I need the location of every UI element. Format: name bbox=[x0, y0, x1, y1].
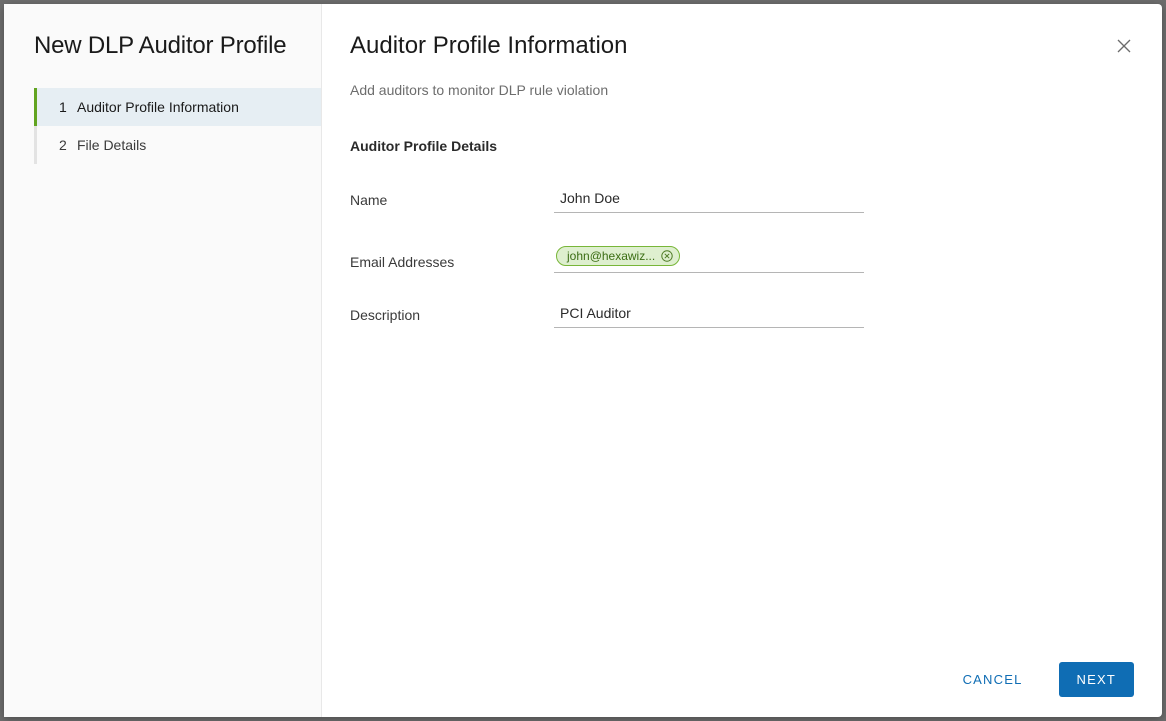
page-subtitle: Add auditors to monitor DLP rule violati… bbox=[350, 82, 1128, 98]
email-input[interactable]: john@hexawiz... bbox=[554, 245, 864, 273]
cancel-button[interactable]: CANCEL bbox=[945, 662, 1041, 697]
email-chip-text: john@hexawiz... bbox=[567, 249, 655, 263]
page-title: Auditor Profile Information bbox=[350, 32, 1128, 60]
chip-remove-button[interactable] bbox=[660, 250, 673, 263]
email-chip[interactable]: john@hexawiz... bbox=[556, 246, 680, 266]
section-heading: Auditor Profile Details bbox=[350, 138, 1128, 154]
wizard-title: New DLP Auditor Profile bbox=[4, 4, 321, 84]
description-label: Description bbox=[350, 301, 554, 323]
description-input[interactable] bbox=[554, 301, 864, 328]
wizard-step-file-details[interactable]: 2 File Details bbox=[34, 126, 321, 164]
modal-overlay: New DLP Auditor Profile 1 Auditor Profil… bbox=[0, 0, 1166, 721]
wizard-steps: 1 Auditor Profile Information 2 File Det… bbox=[4, 88, 321, 164]
form-group-name: Name bbox=[350, 186, 1128, 213]
remove-circle-icon bbox=[661, 250, 673, 262]
wizard-modal: New DLP Auditor Profile 1 Auditor Profil… bbox=[4, 4, 1162, 717]
step-label: Auditor Profile Information bbox=[77, 99, 239, 115]
name-input[interactable] bbox=[554, 186, 864, 213]
email-label: Email Addresses bbox=[350, 248, 554, 270]
wizard-step-auditor-profile-information[interactable]: 1 Auditor Profile Information bbox=[34, 88, 321, 126]
name-label: Name bbox=[350, 186, 554, 208]
name-field-wrap bbox=[554, 186, 864, 213]
description-field-wrap bbox=[554, 301, 864, 328]
wizard-footer: CANCEL NEXT bbox=[945, 662, 1134, 697]
email-field-wrap: john@hexawiz... bbox=[554, 245, 864, 273]
form-group-description: Description bbox=[350, 301, 1128, 328]
form-group-email: Email Addresses john@hexawiz... bbox=[350, 245, 1128, 273]
step-label: File Details bbox=[77, 137, 146, 153]
wizard-sidebar: New DLP Auditor Profile 1 Auditor Profil… bbox=[4, 4, 322, 717]
step-number: 2 bbox=[59, 137, 77, 153]
wizard-main: Auditor Profile Information Add auditors… bbox=[322, 4, 1162, 717]
next-button[interactable]: NEXT bbox=[1059, 662, 1134, 697]
step-number: 1 bbox=[59, 99, 77, 115]
